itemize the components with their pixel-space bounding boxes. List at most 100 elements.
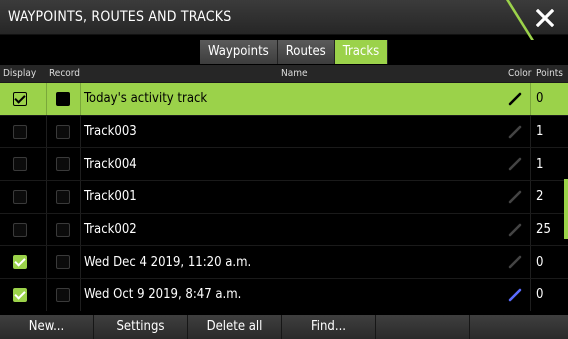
points-count: 1 (536, 156, 544, 172)
track-color-icon (508, 157, 522, 171)
table-row[interactable]: Wed Oct 9 2019, 8:47 a.m. 0 (0, 278, 568, 311)
delete-all-button[interactable]: Delete all (188, 315, 282, 339)
scrollbar[interactable] (564, 179, 568, 239)
tracks-table: Display Record Name Color Points Today's… (0, 65, 568, 311)
column-divider (46, 246, 47, 279)
points-count: 1 (536, 124, 544, 140)
settings-button[interactable]: Settings (94, 315, 188, 339)
track-name: Today's activity track (84, 91, 208, 107)
column-divider (46, 115, 47, 148)
track-name: Track001 (84, 189, 137, 205)
record-checkbox[interactable] (56, 124, 70, 139)
column-divider (530, 83, 531, 115)
record-checkbox[interactable] (56, 222, 70, 237)
record-cell (56, 116, 70, 148)
tab-routes[interactable]: Routes (277, 40, 335, 64)
column-divider (530, 115, 531, 148)
track-name: Wed Dec 4 2019, 11:20 a.m. (84, 254, 252, 270)
points-count: 2 (536, 189, 544, 205)
track-name: Track003 (84, 124, 137, 140)
table-row[interactable]: Wed Dec 4 2019, 11:20 a.m. 0 (0, 245, 568, 279)
color-cell[interactable] (508, 83, 522, 115)
record-checkbox[interactable] (56, 91, 70, 106)
record-cell (56, 279, 70, 311)
column-divider (80, 115, 81, 148)
track-color-icon (508, 92, 522, 106)
window-title: WAYPOINTS, ROUTES AND TRACKS (8, 9, 232, 25)
track-color-icon (508, 223, 522, 236)
display-checkbox[interactable] (13, 124, 27, 139)
column-divider (46, 213, 47, 246)
record-cell (56, 181, 70, 213)
header-points: Points (536, 68, 563, 79)
tab-waypoints[interactable]: Waypoints (200, 40, 278, 64)
table-row[interactable]: Today's activity track 0 (0, 82, 568, 115)
table-row[interactable]: Track004 1 (0, 147, 568, 181)
record-cell (56, 148, 70, 180)
points-count: 0 (536, 91, 544, 107)
points-count: 0 (536, 254, 544, 270)
empty-button-slot (470, 315, 564, 339)
column-divider (80, 213, 81, 246)
display-checkbox[interactable] (13, 157, 27, 172)
column-divider (530, 148, 531, 181)
display-cell (13, 148, 27, 180)
color-cell[interactable] (508, 181, 522, 213)
table-row[interactable]: Track003 1 (0, 114, 568, 148)
find-button[interactable]: Find... (282, 315, 376, 339)
color-cell[interactable] (508, 148, 522, 180)
column-divider (80, 83, 81, 115)
column-divider (46, 148, 47, 181)
tab-tracks[interactable]: Tracks (334, 40, 389, 64)
close-icon (536, 9, 554, 27)
record-cell (56, 246, 70, 278)
track-color-icon (508, 190, 522, 204)
table-body: Today's activity track 0 Track003 1 Track004… (0, 82, 568, 311)
display-checkbox[interactable] (13, 222, 27, 237)
track-name: Track002 (84, 222, 137, 238)
tab-bar: Waypoints Routes Tracks (200, 40, 389, 64)
display-checkbox[interactable] (13, 189, 27, 204)
track-color-icon (508, 288, 522, 302)
color-cell[interactable] (508, 116, 522, 148)
record-checkbox[interactable] (56, 189, 70, 204)
display-cell (13, 181, 27, 213)
track-color-icon (508, 125, 522, 138)
close-button[interactable] (528, 2, 562, 34)
track-color-icon (508, 255, 522, 269)
table-header: Display Record Name Color Points (0, 65, 568, 82)
column-divider (80, 246, 81, 279)
points-count: 0 (536, 287, 544, 303)
color-cell[interactable] (508, 214, 522, 246)
column-divider (46, 83, 47, 115)
color-cell[interactable] (508, 246, 522, 278)
record-checkbox[interactable] (56, 157, 70, 172)
column-divider (80, 279, 81, 311)
record-checkbox[interactable] (56, 255, 70, 270)
record-cell (56, 214, 70, 246)
display-checkbox[interactable] (13, 255, 27, 270)
header-name: Name (281, 68, 308, 79)
display-cell (13, 116, 27, 148)
column-divider (530, 279, 531, 311)
points-count: 25 (536, 222, 551, 238)
track-name: Track004 (84, 156, 137, 172)
display-checkbox[interactable] (13, 91, 27, 106)
record-checkbox[interactable] (56, 287, 70, 302)
display-checkbox[interactable] (13, 287, 27, 302)
empty-button-slot (376, 315, 470, 339)
table-row[interactable]: Track002 25 (0, 212, 568, 246)
new-button[interactable]: New... (0, 315, 94, 339)
track-name: Wed Oct 9 2019, 8:47 a.m. (84, 287, 242, 303)
color-cell[interactable] (508, 279, 522, 311)
title-bar: WAYPOINTS, ROUTES AND TRACKS (0, 0, 568, 40)
column-divider (80, 148, 81, 181)
header-color: Color (508, 68, 532, 79)
column-divider (530, 213, 531, 246)
column-divider (530, 181, 531, 213)
display-cell (13, 83, 27, 115)
record-cell (56, 83, 70, 115)
header-record: Record (49, 68, 81, 79)
bottom-toolbar: New... Settings Delete all Find... (0, 315, 568, 339)
table-row[interactable]: Track001 2 (0, 180, 568, 213)
